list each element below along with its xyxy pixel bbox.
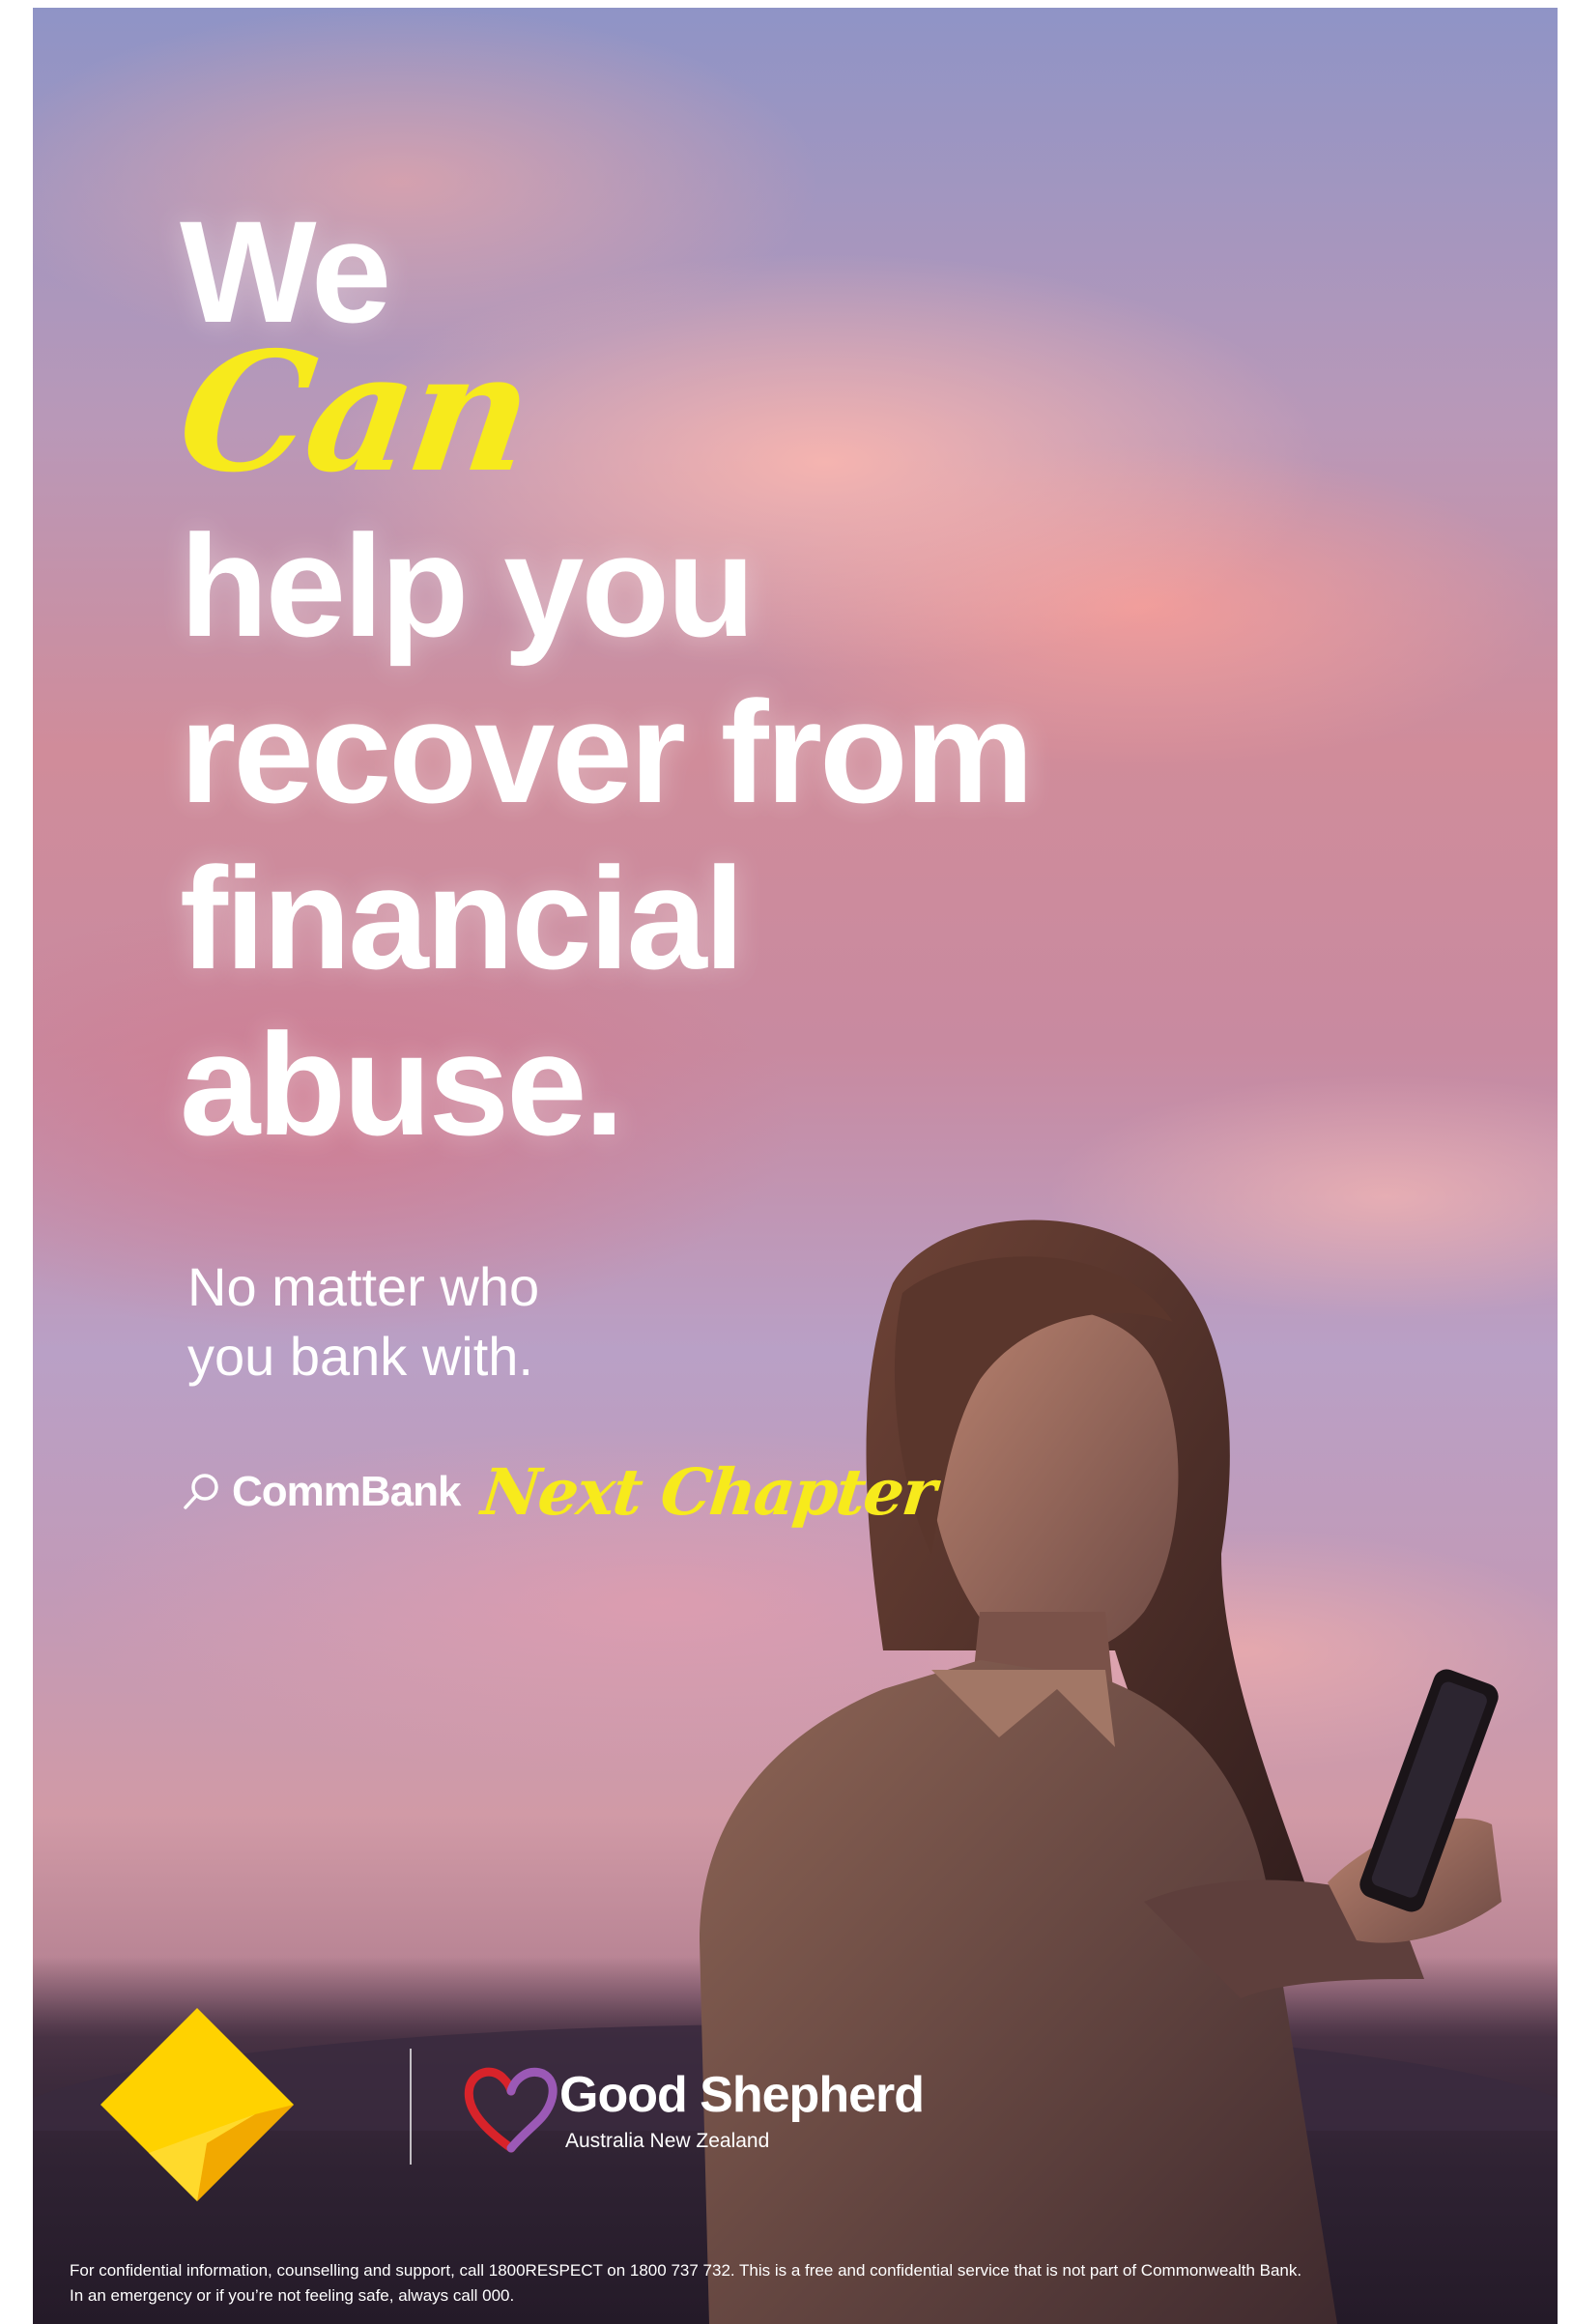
logo-row: Good Shepherd Australia New Zealand bbox=[91, 1998, 1057, 2221]
brand-name: CommBank bbox=[232, 1468, 461, 1515]
program-name: Next Chapter bbox=[477, 1454, 938, 1530]
footer-disclaimer: For confidential information, counsellin… bbox=[70, 2258, 1538, 2309]
footer-line-2: In an emergency or if you’re not feeling… bbox=[70, 2286, 515, 2305]
commonwealth-bank-diamond-icon bbox=[91, 1998, 303, 2211]
poster: We Can help you recover from financial a… bbox=[33, 8, 1558, 2324]
headline-line-3: recover from bbox=[180, 671, 1034, 833]
headline-script-word: Can bbox=[167, 316, 541, 509]
search-icon bbox=[180, 1471, 222, 1513]
subheadline-line-2: you bank with. bbox=[187, 1326, 533, 1387]
headline-line-4: financial bbox=[180, 837, 745, 999]
partner-subtitle: Australia New Zealand bbox=[565, 2130, 770, 2152]
subheadline: No matter who you bank with. bbox=[187, 1252, 539, 1392]
footer-line-1: For confidential information, counsellin… bbox=[70, 2261, 1302, 2280]
headline-line-2: help you bbox=[180, 504, 756, 667]
heart-logo-icon bbox=[458, 2056, 564, 2163]
partner-name: Good Shepherd bbox=[559, 2067, 925, 2123]
subheadline-line-1: No matter who bbox=[187, 1256, 540, 1317]
logo-divider bbox=[410, 2049, 412, 2165]
headline: We Can help you recover from financial a… bbox=[168, 199, 1243, 1167]
brand-lockup: CommBank Next Chapter bbox=[180, 1453, 937, 1531]
headline-line-5: abuse. bbox=[180, 1003, 624, 1165]
